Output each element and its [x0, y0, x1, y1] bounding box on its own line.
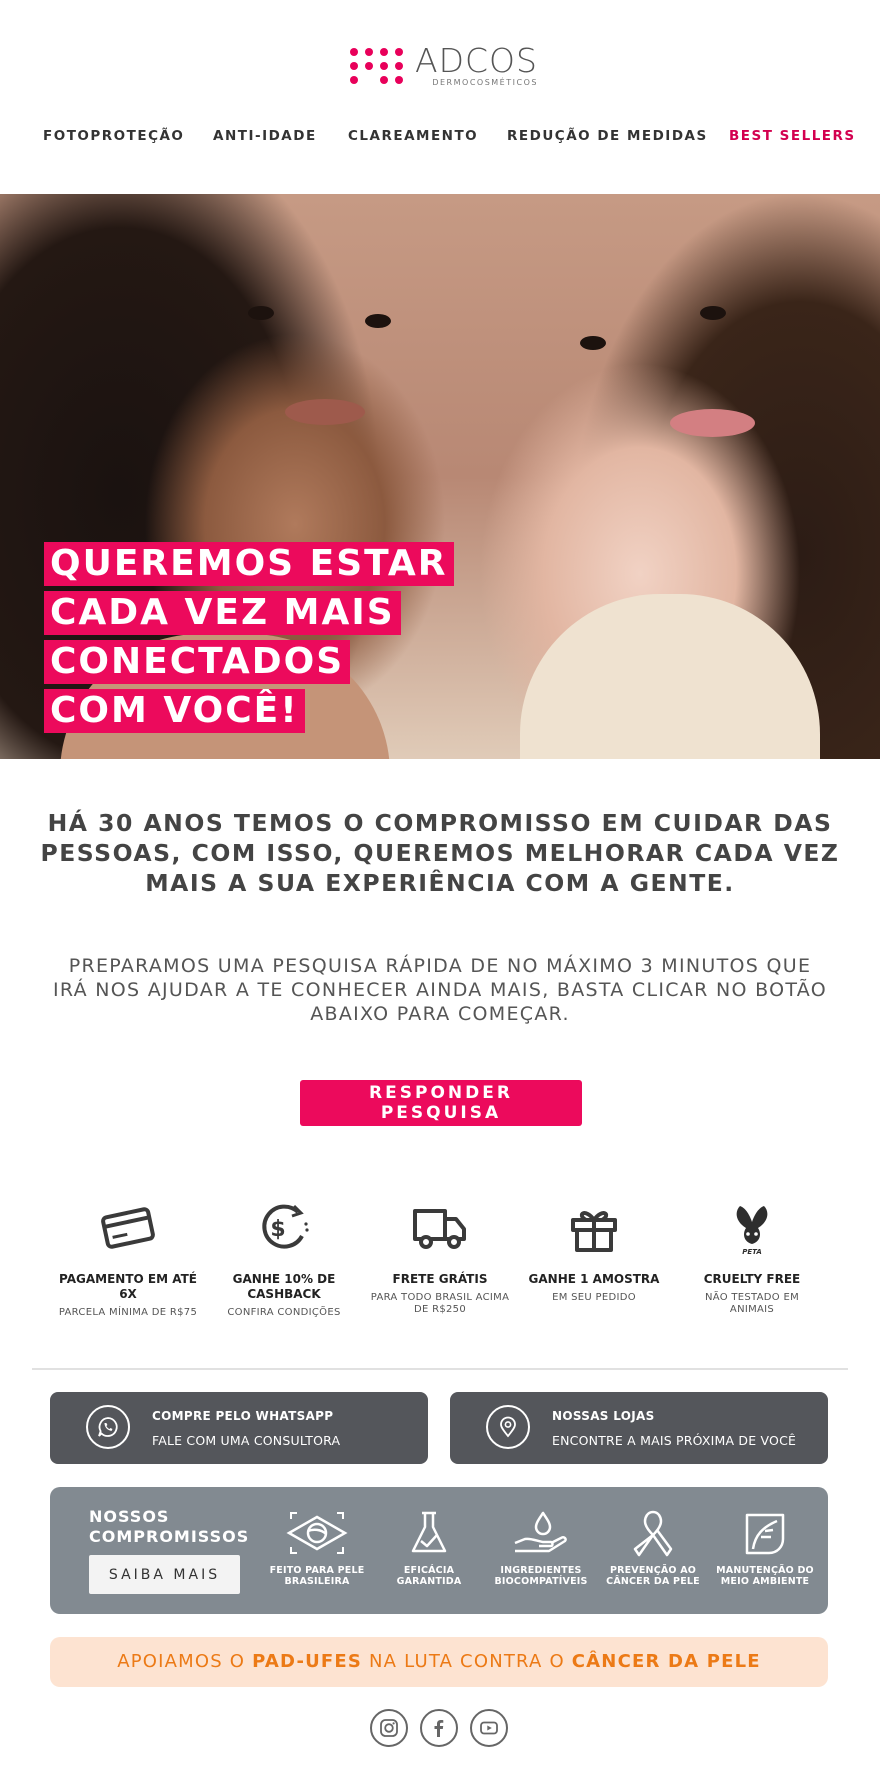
commitment-label: FEITO PARA PELE BRASILEIRA — [262, 1565, 372, 1587]
leaf-icon — [745, 1513, 785, 1555]
benefit-title: PAGAMENTO EM ATÉ 6X — [59, 1272, 197, 1301]
commitment-label: EFICÁCIA GARANTIDA — [374, 1565, 484, 1587]
benefit-title: GANHE 1 AMOSTRA — [528, 1272, 660, 1286]
respond-survey-button[interactable]: RESPONDER PESQUISA — [300, 1080, 582, 1126]
benefit-subtitle: PARA TODO BRASIL ACIMA DE R$250 — [370, 1292, 510, 1315]
stores-title: NOSSAS LOJAS — [552, 1409, 655, 1423]
commitment-label: INGREDIENTES BIOCOMPATÍVEIS — [486, 1565, 596, 1587]
flask-icon — [411, 1511, 447, 1553]
adcos-logo[interactable]: ADCOS DERMOCOSMÉTICOS — [350, 42, 540, 90]
commitment-efficacy: EFICÁCIA GARANTIDA — [374, 1509, 484, 1587]
commitment-ingredients: INGREDIENTES BIOCOMPATÍVEIS — [486, 1509, 596, 1587]
commitment-label-line: CÂNCER DA PELE — [606, 1576, 700, 1587]
commitments-title-line: NOSSOS — [89, 1507, 170, 1526]
benefit-title: FRETE GRÁTIS — [392, 1272, 488, 1286]
commitment-label: MANUTENÇÃO DO MEIO AMBIENTE — [710, 1565, 820, 1587]
nav-anti-idade[interactable]: ANTI-IDADE — [213, 128, 317, 144]
hero-eye — [248, 306, 274, 320]
nav-reducao-de-medidas[interactable]: REDUÇÃO DE MEDIDAS — [507, 128, 708, 144]
brand-tagline: DERMOCOSMÉTICOS — [432, 78, 538, 87]
peta-bunny-icon: PETA — [736, 1206, 768, 1256]
commitment-label-line: FEITO PARA PELE — [269, 1565, 365, 1576]
commitment-environment: MANUTENÇÃO DO MEIO AMBIENTE — [710, 1509, 820, 1587]
section-divider — [32, 1368, 848, 1370]
youtube-icon[interactable] — [470, 1709, 508, 1747]
benefit-subtitle: NÃO TESTADO EM ANIMAIS — [704, 1292, 800, 1315]
main-nav: FOTOPROTEÇÃO ANTI-IDADE CLAREAMENTO REDU… — [0, 128, 880, 148]
benefit-subtitle: EM SEU PEDIDO — [552, 1292, 636, 1303]
support-highlight: PAD-UFES — [252, 1651, 363, 1672]
support-text: NA LUTA CONTRA O — [362, 1651, 572, 1672]
pad-ufes-support-bar[interactable]: APOIAMOS O PAD-UFES NA LUTA CONTRA O CÂN… — [50, 1637, 828, 1687]
credit-card-icon — [101, 1207, 155, 1249]
benefit-free-shipping: FRETE GRÁTIS PARA TODO BRASIL ACIMA DE R… — [370, 1200, 510, 1316]
hero-banner[interactable]: QUEREMOS ESTAR CADA VEZ MAIS CONECTADOS … — [0, 194, 880, 759]
lead-text: HÁ 30 ANOS TEMOS O COMPROMISSO EM CUIDAR… — [40, 809, 840, 897]
hero-lips — [285, 399, 365, 425]
stores-subtitle: ENCONTRE A MAIS PRÓXIMA DE VOCÊ — [552, 1433, 797, 1448]
hero-eye — [580, 336, 606, 350]
support-highlight: CÂNCER DA PELE — [571, 1651, 761, 1672]
commitment-label-line: GARANTIDA — [396, 1576, 462, 1587]
hero-eye — [700, 306, 726, 320]
benefit-sample: GANHE 1 AMOSTRA EM SEU PEDIDO — [524, 1200, 664, 1304]
nav-best-sellers[interactable]: BEST SELLERS — [729, 128, 856, 144]
benefit-installments: PAGAMENTO EM ATÉ 6X PARCELA MÍNIMA DE R$… — [58, 1200, 198, 1319]
hero-line: CONECTADOS — [44, 640, 351, 684]
svg-text:$: $ — [270, 1217, 285, 1242]
truck-icon — [413, 1209, 466, 1249]
logo-dots-icon — [350, 48, 403, 84]
learn-more-button[interactable]: SAIBA MAIS — [89, 1555, 240, 1594]
hero-headline: QUEREMOS ESTAR CADA VEZ MAIS CONECTADOS … — [44, 542, 454, 738]
peta-badge: PETA — [742, 1248, 762, 1256]
commitment-brazilian-skin: FEITO PARA PELE BRASILEIRA — [262, 1509, 372, 1587]
body-text: PREPARAMOS UMA PESQUISA RÁPIDA DE NO MÁX… — [52, 955, 828, 1025]
drop-hand-icon — [514, 1511, 567, 1553]
ribbon-icon — [633, 1510, 673, 1557]
commitment-label-line: EFICÁCIA — [403, 1565, 455, 1576]
hero-line: QUEREMOS ESTAR — [44, 542, 454, 586]
hero-line: CADA VEZ MAIS — [44, 591, 401, 635]
whatsapp-subtitle: FALE COM UMA CONSULTORA — [152, 1433, 341, 1448]
map-pin-icon — [486, 1405, 530, 1449]
hero-line: COM VOCÊ! — [44, 689, 305, 733]
benefit-title: GANHE 10% DE CASHBACK — [232, 1272, 336, 1301]
whatsapp-card[interactable]: COMPRE PELO WHATSAPP FALE COM UMA CONSUL… — [50, 1392, 428, 1464]
commitment-label-line: BIOCOMPATÍVEIS — [494, 1576, 588, 1587]
whatsapp-icon — [86, 1405, 130, 1449]
stores-card[interactable]: NOSSAS LOJAS ENCONTRE A MAIS PRÓXIMA DE … — [450, 1392, 828, 1464]
gift-icon — [571, 1211, 617, 1252]
whatsapp-title: COMPRE PELO WHATSAPP — [152, 1409, 334, 1423]
nav-fotoprotecao[interactable]: FOTOPROTEÇÃO — [43, 128, 184, 144]
commitment-label-line: MEIO AMBIENTE — [720, 1576, 810, 1587]
benefit-cruelty-free: PETA CRUELTY FREE NÃO TESTADO EM ANIMAIS — [682, 1200, 822, 1316]
cashback-icon: $ — [262, 1204, 309, 1249]
instagram-icon[interactable] — [370, 1709, 408, 1747]
commitments-title-line: COMPROMISSOS — [89, 1527, 250, 1546]
hero-eye — [365, 314, 391, 328]
hero-photo-right — [520, 594, 820, 759]
facebook-icon[interactable] — [420, 1709, 458, 1747]
commitment-label-line: PREVENÇÃO AO — [609, 1565, 697, 1576]
commitment-label-line: INGREDIENTES — [500, 1565, 582, 1576]
email-page: ADCOS DERMOCOSMÉTICOS FOTOPROTEÇÃO ANTI-… — [0, 0, 880, 1782]
brazil-skin-icon — [286, 1512, 348, 1554]
nav-clareamento[interactable]: CLAREAMENTO — [348, 128, 478, 144]
benefit-title: CRUELTY FREE — [703, 1272, 801, 1286]
benefit-subtitle: PARCELA MÍNIMA DE R$75 — [58, 1307, 198, 1318]
support-text: APOIAMOS O — [117, 1651, 253, 1672]
commitment-label-line: BRASILEIRA — [284, 1576, 350, 1587]
commitments-title: NOSSOS COMPROMISSOS — [89, 1507, 249, 1547]
commitment-cancer-prevention: PREVENÇÃO AO CÂNCER DA PELE — [598, 1509, 708, 1587]
commitments-panel: NOSSOS COMPROMISSOS SAIBA MAIS FEITO PAR… — [50, 1487, 828, 1614]
benefits-row: PAGAMENTO EM ATÉ 6X PARCELA MÍNIMA DE R$… — [50, 1200, 830, 1360]
benefit-cashback: $ GANHE 10% DE CASHBACK CONFIRA CONDIÇÕE… — [214, 1200, 354, 1319]
hero-lips — [670, 409, 755, 437]
benefit-subtitle: CONFIRA CONDIÇÕES — [227, 1307, 341, 1318]
commitment-label-line: MANUTENÇÃO DO — [716, 1565, 814, 1576]
commitment-label: PREVENÇÃO AO CÂNCER DA PELE — [598, 1565, 708, 1587]
brand-name: ADCOS — [415, 41, 538, 80]
